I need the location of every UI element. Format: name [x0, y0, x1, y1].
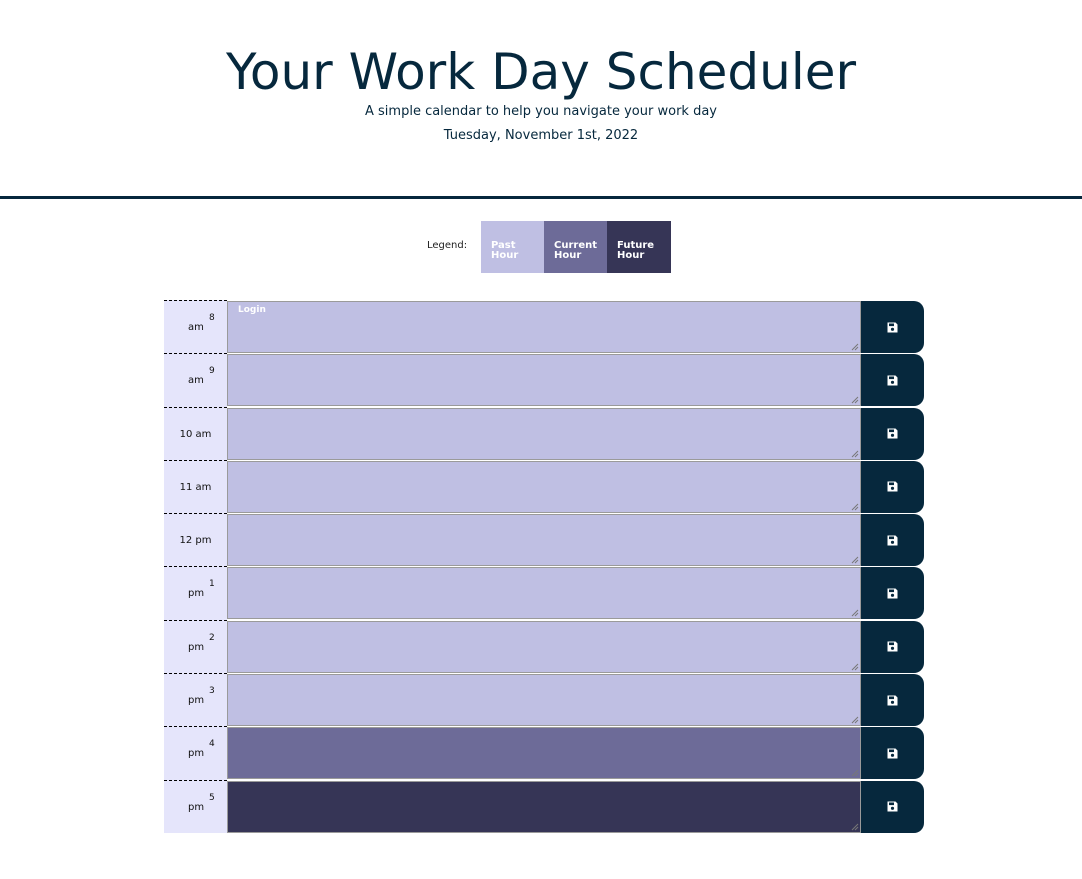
- floppy-disk-icon: [887, 481, 898, 492]
- save-button[interactable]: [861, 301, 924, 353]
- time-block-row: 10 am: [164, 406, 924, 460]
- current-date: Tuesday, November 1st, 2022: [443, 128, 639, 143]
- time-block-row: 2 pm: [164, 619, 924, 674]
- hour-text: 12 pm: [179, 535, 212, 547]
- hour-number: 9: [209, 366, 215, 377]
- legend-label: Legend:: [427, 240, 468, 251]
- event-description-input[interactable]: [227, 407, 861, 460]
- hour-number: 4: [209, 739, 215, 750]
- page-title: Your Work Day Scheduler: [225, 43, 857, 101]
- hour-meridiem: pm: [188, 641, 205, 653]
- save-button[interactable]: [861, 727, 924, 780]
- event-description-input[interactable]: [227, 620, 861, 673]
- event-description-input[interactable]: Login: [227, 301, 861, 353]
- save-button[interactable]: [861, 460, 924, 513]
- time-block-row: 12 pm: [164, 513, 924, 567]
- hour-meridiem: am: [188, 322, 204, 333]
- save-button[interactable]: [861, 567, 924, 620]
- hour-number: 5: [209, 792, 215, 803]
- event-description-input[interactable]: [227, 727, 861, 780]
- floppy-disk-icon: [887, 588, 898, 599]
- legend-past-hour: Past Hour: [481, 221, 545, 273]
- hour-label: 5 pm: [164, 779, 227, 833]
- hour-meridiem: pm: [188, 801, 205, 813]
- floppy-disk-icon: [887, 748, 898, 759]
- hour-meridiem: pm: [188, 695, 205, 707]
- time-block-row: 8 am Login: [164, 300, 924, 354]
- hour-label: 4 pm: [164, 726, 227, 780]
- legend-past-line2: Hour: [491, 250, 519, 261]
- save-button[interactable]: [861, 620, 924, 673]
- hour-label: 2 pm: [164, 619, 227, 674]
- floppy-disk-icon: [887, 695, 898, 706]
- hour-number: 2: [209, 632, 215, 643]
- legend: Legend: Past Hour Current Hour Future Ho…: [0, 221, 1082, 273]
- time-block-row: 3 pm: [164, 673, 924, 727]
- event-description-input[interactable]: [227, 674, 861, 727]
- save-button[interactable]: [861, 514, 924, 567]
- hour-label: 12 pm: [164, 513, 227, 567]
- save-button[interactable]: [861, 354, 924, 407]
- hour-meridiem: am: [188, 375, 204, 387]
- legend-current-line2: Hour: [554, 250, 582, 261]
- hour-label: 11 am: [164, 459, 227, 514]
- hour-number: 8: [209, 313, 215, 323]
- save-button[interactable]: [861, 407, 924, 460]
- hour-label: 8 am: [164, 300, 227, 354]
- time-block-row: 9 am: [164, 353, 924, 407]
- page-header: Your Work Day Scheduler A simple calenda…: [0, 0, 1082, 199]
- save-button[interactable]: [861, 780, 924, 833]
- event-description-input[interactable]: [227, 514, 861, 567]
- legend-future-line2: Hour: [617, 250, 645, 261]
- floppy-disk-icon: [887, 322, 898, 332]
- event-description-input[interactable]: [227, 460, 861, 513]
- floppy-disk-icon: [887, 801, 898, 812]
- time-block-row: 4 pm: [164, 726, 924, 780]
- floppy-disk-icon: [887, 641, 898, 652]
- page-subtitle: A simple calendar to help you navigate y…: [365, 104, 717, 119]
- time-block-row: 5 pm: [164, 779, 924, 833]
- hour-label: 10 am: [164, 406, 227, 460]
- floppy-disk-icon: [887, 375, 898, 386]
- hour-label: 3 pm: [164, 673, 227, 727]
- hour-text: 11 am: [179, 481, 212, 493]
- event-description-input[interactable]: [227, 354, 861, 407]
- hour-label: 9 am: [164, 353, 227, 407]
- event-description-input[interactable]: [227, 780, 861, 833]
- floppy-disk-icon: [887, 428, 898, 439]
- hour-number: 1: [209, 579, 215, 590]
- event-description-input[interactable]: [227, 567, 861, 620]
- hour-number: 3: [209, 686, 215, 697]
- hour-label: 1 pm: [164, 566, 227, 620]
- save-button[interactable]: [861, 674, 924, 727]
- legend-current-hour: Current Hour: [544, 221, 608, 273]
- legend-future-hour: Future Hour: [607, 221, 671, 273]
- hour-meridiem: pm: [188, 588, 205, 600]
- time-block-row: 1 pm: [164, 566, 924, 620]
- floppy-disk-icon: [887, 535, 898, 546]
- hour-meridiem: pm: [188, 748, 205, 760]
- time-block-row: 11 am: [164, 459, 924, 514]
- hour-text: 10 am: [179, 428, 212, 440]
- schedule: 8 am Login 9 am 10 am 11 am 12 pm 1 pm 2 pm 3 pm 4 pm 5 p…: [164, 300, 924, 833]
